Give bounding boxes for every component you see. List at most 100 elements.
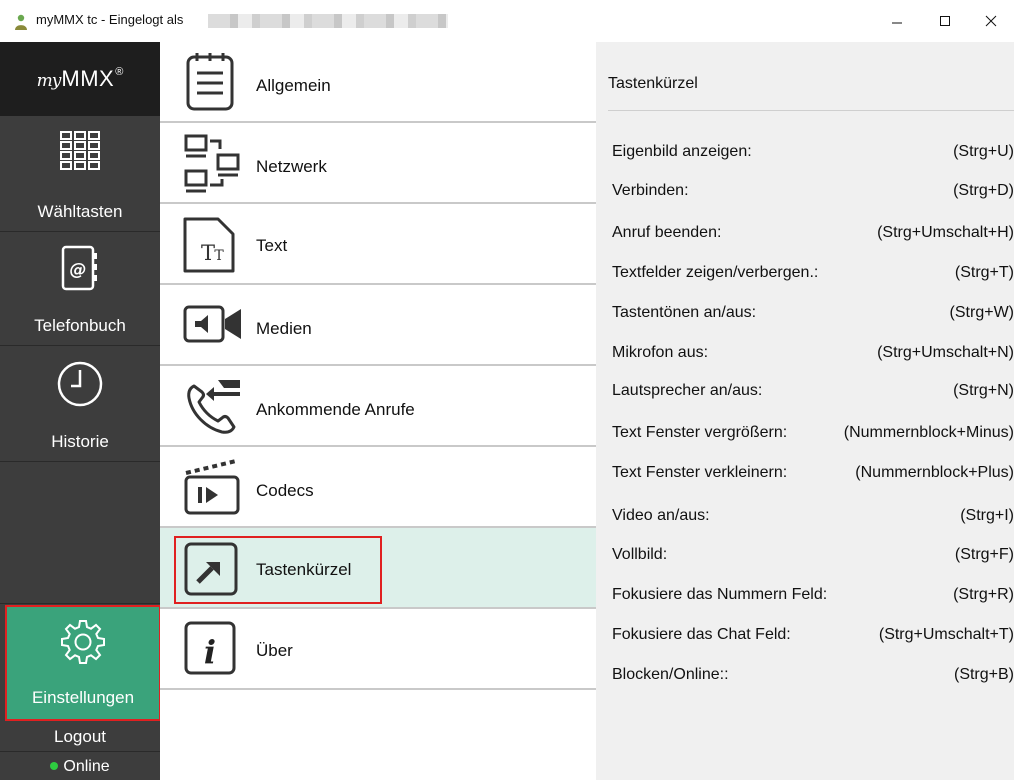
shortcut-name: Verbinden: <box>612 182 689 199</box>
shortcut-keys: (Strg+I) <box>960 507 1014 524</box>
nav-spacer <box>0 462 160 604</box>
shortcut-keys: (Nummernblock+Minus) <box>843 424 1014 441</box>
shortcut-keys: (Strg+Umschalt+H) <box>877 224 1014 241</box>
shortcut-name: Lautsprecher an/aus: <box>612 382 763 399</box>
nav-label-dialpad: Wähltasten <box>37 202 123 221</box>
shortcut-name: Tastentönen an/aus: <box>612 304 757 321</box>
shortcut-keys: (Strg+N) <box>953 382 1014 399</box>
menu-item-incoming-calls[interactable]: Ankommende Anrufe <box>160 366 596 447</box>
nav-label-settings: Einstellungen <box>31 688 135 707</box>
minimize-icon <box>892 22 902 24</box>
shortcut-keys: (Strg+Umschalt+N) <box>877 344 1014 361</box>
menu-item-about[interactable]: i Über <box>160 609 596 690</box>
shortcut-row: Fokusiere das Nummern Feld: (Strg+R) <box>596 586 1014 612</box>
online-status: Online <box>0 754 160 780</box>
menu-item-codecs[interactable]: Codecs <box>160 447 596 528</box>
title-bar: myMMX tc - Eingelogt als <box>0 0 1014 42</box>
status-dot-icon <box>50 762 59 770</box>
shortcut-keys: (Strg+U) <box>953 143 1014 160</box>
notepad-icon <box>186 53 234 111</box>
nav-label-phonebook: Telefonbuch <box>34 316 126 335</box>
shortcut-name: Vollbild: <box>612 546 668 563</box>
shortcut-name: Video an/aus: <box>612 507 710 524</box>
main-nav: my MMX ® Wähltasten @ Telefonbuch Histor… <box>0 42 161 780</box>
shortcut-name: Eigenbild anzeigen: <box>612 143 752 160</box>
svg-text:@: @ <box>70 260 87 280</box>
svg-text:T: T <box>201 241 215 265</box>
shortcut-keys: (Strg+W) <box>949 304 1014 321</box>
menu-label-media: Medien <box>256 319 312 338</box>
menu-label-general: Allgemein <box>256 76 331 95</box>
network-icon <box>184 134 240 193</box>
clapperboard-icon <box>184 459 240 515</box>
nav-label-history: Historie <box>51 432 109 451</box>
shortcut-keys: (Nummernblock+Plus) <box>855 464 1014 481</box>
menu-item-general[interactable]: Allgemein <box>160 42 596 123</box>
maximize-button[interactable] <box>922 0 968 42</box>
text-icon: T T <box>183 217 235 273</box>
menu-label-about: Über <box>256 641 293 660</box>
shortcut-keys: (Strg+B) <box>953 666 1014 683</box>
settings-menu: Allgemein Netzwerk T T Text Medien Ankom… <box>160 42 596 780</box>
menu-item-media[interactable]: Medien <box>160 285 596 366</box>
shortcut-row: Textfelder zeigen/verbergen.: (Strg+T) <box>596 264 1014 290</box>
menu-label-network: Netzwerk <box>256 157 327 176</box>
nav-item-dialpad[interactable]: Wähltasten <box>0 116 160 232</box>
logo-mmx: MMX <box>61 66 115 91</box>
shortcut-name: Textfelder zeigen/verbergen.: <box>612 264 819 281</box>
menu-label-codecs: Codecs <box>256 481 314 500</box>
clock-icon <box>57 361 103 407</box>
shortcut-arrow-icon <box>184 542 238 596</box>
shortcut-row: Mikrofon aus: (Strg+Umschalt+N) <box>596 344 1014 370</box>
shortcut-row: Vollbild: (Strg+F) <box>596 546 1014 572</box>
shortcut-row: Eigenbild anzeigen: (Strg+U) <box>596 143 1014 169</box>
redacted-username <box>208 14 448 28</box>
shortcut-name: Blocken/Online:: <box>612 666 729 683</box>
window-title: myMMX tc - Eingelogt als <box>36 12 184 27</box>
status-label: Online <box>63 758 110 775</box>
svg-text:T: T <box>214 248 224 264</box>
info-icon: i <box>184 621 236 675</box>
nav-item-settings[interactable]: Einstellungen <box>5 605 161 721</box>
close-button[interactable] <box>968 0 1014 42</box>
menu-label-shortcuts: Tastenkürzel <box>256 560 352 579</box>
shortcut-name: Fokusiere das Nummern Feld: <box>612 586 828 603</box>
shortcut-row: Text Fenster vergrößern: (Nummernblock+Mi… <box>596 424 1014 450</box>
logo-registered: ® <box>115 66 124 78</box>
minimize-button[interactable] <box>874 0 920 42</box>
svg-text:i: i <box>204 633 216 671</box>
close-icon <box>985 15 997 27</box>
shortcut-row: Anruf beenden: (Strg+Umschalt+H) <box>596 224 1014 250</box>
shortcut-keys: (Strg+F) <box>954 546 1014 563</box>
app-logo: my MMX ® <box>0 42 160 116</box>
shortcut-name: Anruf beenden: <box>612 224 722 241</box>
panel-title: Tastenkürzel <box>608 75 698 92</box>
shortcut-row: Blocken/Online:: (Strg+B) <box>596 666 1014 692</box>
logout-button[interactable]: Logout <box>0 722 160 752</box>
shortcut-keys: (Strg+D) <box>953 182 1014 199</box>
shortcut-row: Lautsprecher an/aus: (Strg+N) <box>596 382 1014 408</box>
dialpad-icon <box>60 131 100 170</box>
shortcut-row: Fokusiere das Chat Feld: (Strg+Umschalt+T… <box>596 626 1014 652</box>
menu-item-network[interactable]: Netzwerk <box>160 123 596 204</box>
nav-item-history[interactable]: Historie <box>0 346 160 462</box>
menu-item-shortcuts[interactable]: Tastenkürzel <box>160 528 596 609</box>
shortcut-row: Verbinden: (Strg+D) <box>596 182 1014 208</box>
menu-item-text[interactable]: T T Text <box>160 204 596 285</box>
menu-label-incoming-calls: Ankommende Anrufe <box>256 400 415 419</box>
shortcut-name: Mikrofon aus: <box>612 344 709 361</box>
nav-item-phonebook[interactable]: @ Telefonbuch <box>0 232 160 346</box>
gear-icon <box>61 620 105 664</box>
speaker-video-icon <box>183 305 241 343</box>
maximize-icon <box>940 16 950 26</box>
app-user-icon <box>15 14 27 30</box>
shortcut-name: Text Fenster verkleinern: <box>612 464 788 481</box>
menu-label-text: Text <box>256 236 288 255</box>
shortcut-keys: (Strg+R) <box>953 586 1014 603</box>
shortcut-name: Fokusiere das Chat Feld: <box>612 626 791 643</box>
logo-my: my <box>36 71 62 91</box>
shortcut-row: Video an/aus: (Strg+I) <box>596 507 1014 533</box>
shortcut-keys: (Strg+Umschalt+T) <box>878 626 1014 643</box>
shortcut-row: Text Fenster verkleinern: (Nummernblock+P… <box>596 464 1014 490</box>
contacts-book-icon: @ <box>61 245 97 291</box>
